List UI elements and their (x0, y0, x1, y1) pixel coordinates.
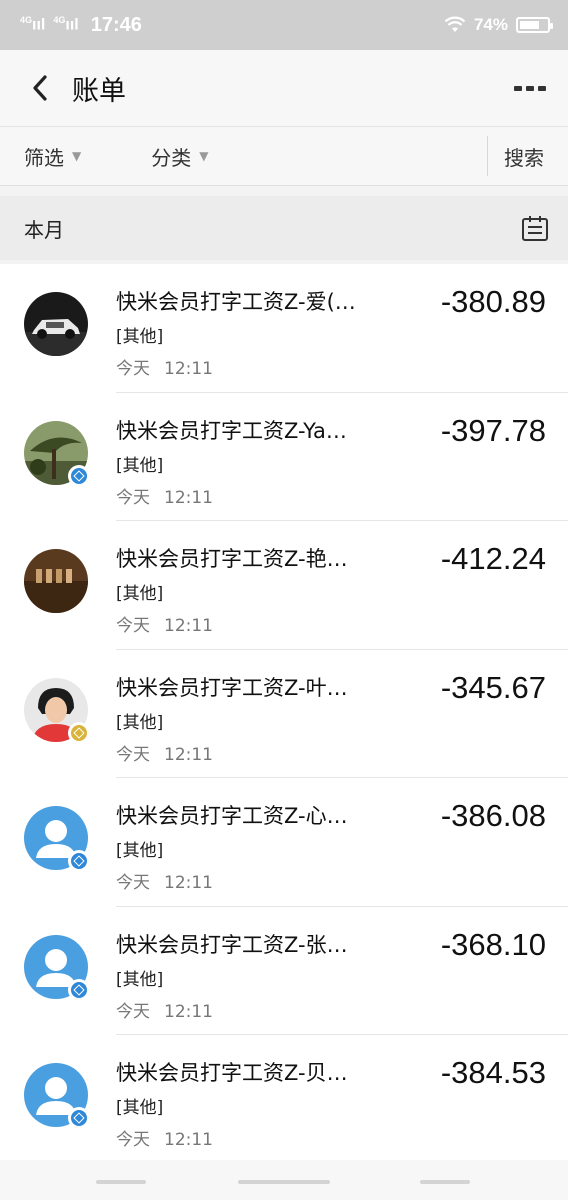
transaction-category: [其他] (116, 712, 164, 733)
nav-indicator (238, 1180, 330, 1184)
transaction-amount: -380.89 (440, 284, 546, 319)
transaction-amount: -412.24 (440, 541, 546, 576)
bottom-bar (0, 1160, 568, 1200)
category-label: 分类 (151, 145, 192, 170)
filter-dropdown[interactable]: 筛选 ▼ (24, 142, 81, 171)
nav-indicator (420, 1180, 470, 1184)
signal-1-label: 4G (20, 15, 33, 26)
filter-bar: 筛选 ▼ 分类 ▼ 搜索 (0, 126, 568, 186)
transaction-row[interactable]: 快米会员打字工资Z-爱(… [其他] 今天 12:11 -380.89 (0, 264, 568, 393)
transaction-clock: 12:11 (164, 1001, 213, 1022)
transaction-title: 快米会员打字工资Z-张… (116, 932, 348, 957)
transaction-day: 今天 (116, 616, 150, 636)
transaction-title: 快米会员打字工资Z-贝… (116, 1061, 348, 1085)
transaction-time: 今天 12:11 (116, 868, 213, 893)
transaction-amount: -386.08 (440, 798, 546, 833)
transaction-category: [其他] (116, 455, 164, 476)
verified-badge-icon (68, 721, 90, 744)
verified-badge-icon (68, 1107, 90, 1129)
transaction-time: 今天 12:11 (116, 611, 213, 636)
transaction-clock: 12:11 (164, 359, 213, 379)
more-icon[interactable] (514, 85, 546, 91)
transaction-clock: 12:11 (164, 616, 213, 636)
transaction-day: 今天 (116, 359, 150, 379)
transaction-title: 快米会员打字工资Z-叶… (116, 675, 348, 700)
page-title: 账单 (72, 75, 126, 107)
transaction-title: 快米会员打字工资Z-心… (116, 804, 348, 828)
battery-icon (516, 17, 553, 33)
nav-bar: 账单 (0, 50, 568, 126)
status-time: 17:46 (90, 13, 142, 36)
month-label: 本月 (24, 217, 64, 242)
wifi-icon (444, 16, 466, 32)
verified-badge-icon (68, 978, 90, 1001)
transaction-category: [其他] (116, 841, 164, 861)
transaction-row[interactable]: 快米会员打字工资Z-心… [其他] 今天 12:11 -386.08 (0, 778, 568, 907)
transaction-day: 今天 (116, 1001, 150, 1022)
avatar (24, 292, 88, 356)
transaction-clock: 12:11 (164, 487, 213, 508)
transaction-category: [其他] (116, 327, 164, 347)
transaction-row[interactable]: 快米会员打字工资Z-贝… [其他] 今天 12:11 -384.53 (0, 1035, 568, 1164)
transaction-time: 今天 12:11 (116, 740, 213, 765)
transaction-row[interactable]: 快米会员打字工资Z-艳… [其他] 今天 12:11 -412.24 (0, 521, 568, 650)
transaction-title: 快米会员打字工资Z-爱(… (116, 290, 356, 314)
transaction-category: [其他] (116, 969, 164, 990)
verified-badge-icon (68, 464, 90, 487)
avatar (24, 549, 88, 613)
caret-down-icon: ▼ (199, 149, 209, 163)
transaction-time: 今天 12:11 (116, 997, 213, 1022)
transaction-category: [其他] (116, 584, 164, 604)
transaction-row[interactable]: 快米会员打字工资Z-叶… [其他] 今天 12:11 -345.67 (0, 649, 568, 778)
transaction-time: 今天 12:11 (116, 1125, 213, 1150)
calendar-icon[interactable] (520, 213, 550, 243)
transaction-amount: -368.10 (440, 926, 546, 962)
transaction-time: 今天 12:11 (116, 483, 213, 508)
transaction-list: 快米会员打字工资Z-爱(… [其他] 今天 12:11 -380.89 快米会员打字工资Z… (0, 264, 568, 1164)
signal-icon-2: 4Gııl (53, 15, 79, 34)
transaction-day: 今天 (116, 744, 150, 765)
transaction-amount: -345.67 (440, 669, 546, 705)
transaction-row[interactable]: 快米会员打字工资Z-张… [其他] 今天 12:11 -368.10 (0, 906, 568, 1035)
transaction-day: 今天 (116, 487, 150, 508)
filter-label: 筛选 (24, 145, 64, 170)
transaction-day: 今天 (116, 873, 150, 893)
signal-icon-1: 4Gııl (20, 15, 46, 34)
transaction-clock: 12:11 (164, 873, 213, 893)
month-header: 本月 (0, 196, 568, 260)
transaction-title: 快米会员打字工资Z-艳… (116, 547, 348, 571)
transaction-day: 今天 (116, 1130, 150, 1150)
transaction-amount: -397.78 (440, 412, 546, 448)
caret-down-icon: ▼ (72, 149, 82, 163)
transaction-title: 快米会员打字工资Z-Ya… (116, 418, 347, 443)
transaction-clock: 12:11 (164, 1130, 213, 1150)
search-button[interactable]: 搜索 (488, 142, 568, 171)
signal-2-label: 4G (53, 15, 66, 26)
transaction-category: [其他] (116, 1098, 164, 1118)
nav-indicator (96, 1180, 146, 1184)
battery-percent: 74% (473, 15, 508, 34)
transaction-time: 今天 12:11 (116, 354, 213, 379)
transaction-clock: 12:11 (164, 744, 213, 765)
verified-badge-icon (68, 850, 90, 872)
transaction-row[interactable]: 快米会员打字工资Z-Ya… [其他] 今天 12:11 -397.78 (0, 392, 568, 521)
transaction-amount: -384.53 (440, 1055, 546, 1090)
category-dropdown[interactable]: 分类 ▼ (151, 142, 208, 171)
back-icon[interactable] (18, 66, 62, 110)
status-bar: 4Gııl 4Gııl 17:46 74% (0, 0, 568, 50)
